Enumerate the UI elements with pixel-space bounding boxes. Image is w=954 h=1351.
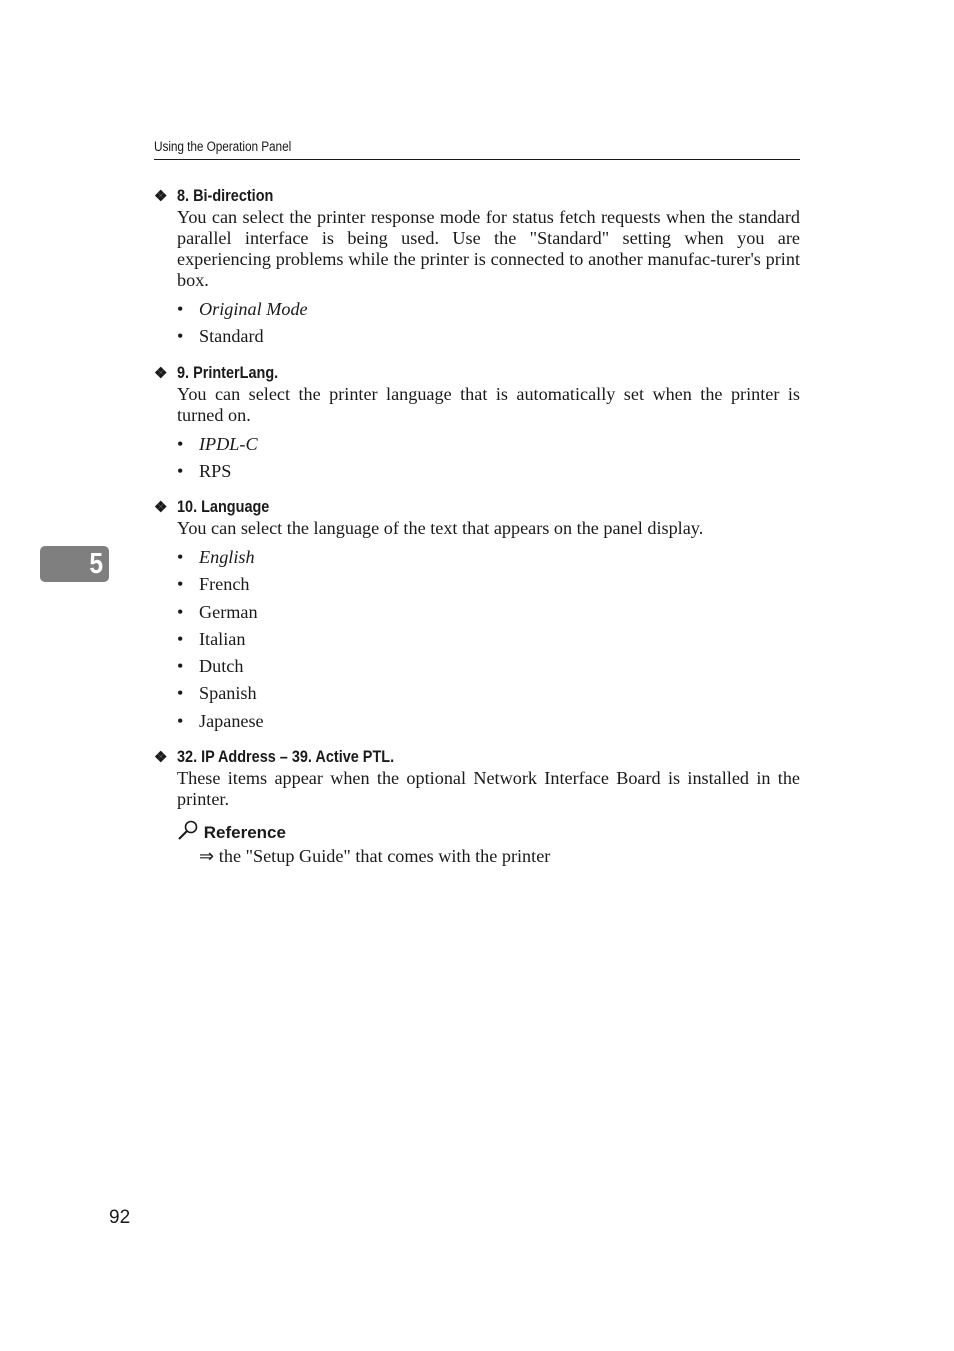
bullet-icon: • (177, 574, 184, 595)
option-list: • English • French • German • Italian • Dutch… (177, 544, 800, 735)
running-header: Using the Operation Panel (154, 139, 292, 154)
chapter-tab: 5 (40, 546, 109, 582)
bullet-icon: • (177, 710, 184, 731)
diamond-bullet-icon: ❖ (154, 365, 168, 382)
header-rule (154, 159, 800, 160)
bullet-icon: • (177, 434, 184, 454)
section-title: 10. Language (177, 497, 270, 516)
bullet-icon: • (177, 628, 184, 649)
option-item-default: • Original Mode (177, 296, 800, 323)
section-language: ❖ 10. Language You can select the languag… (154, 496, 800, 735)
option-item: • Italian (177, 626, 800, 653)
section-heading: ❖ 10. Language (154, 496, 800, 518)
bullet-icon: • (177, 299, 184, 319)
reference-title: Reference (203, 823, 286, 842)
bullet-icon: • (177, 461, 184, 482)
reference-heading: Reference (177, 820, 800, 844)
diamond-bullet-icon: ❖ (154, 188, 168, 205)
page-number: 92 (109, 1207, 131, 1228)
section-printerlang: ❖ 9. PrinterLang. You can select the prin… (154, 362, 800, 486)
section-description: These items appear when the optional Net… (177, 768, 800, 809)
arrow-icon: ⇒ (199, 846, 215, 866)
section-heading: ❖ 32. IP Address – 39. Active PTL. (154, 746, 800, 768)
magnifier-icon (177, 820, 204, 842)
chapter-number: 5 (89, 548, 103, 580)
option-item: • French (177, 571, 800, 598)
section-description: You can select the language of the text … (177, 518, 704, 538)
option-item: • Standard (177, 323, 800, 350)
section-title: 32. IP Address – 39. Active PTL. (177, 747, 395, 766)
section-description: You can select the printer response mode… (177, 207, 800, 290)
section-bi-direction: ❖ 8. Bi-direction You can select the prin… (154, 185, 800, 351)
section-title: 9. PrinterLang. (177, 363, 279, 382)
reference-block: Reference ⇒ the "Setup Guide" that comes… (177, 820, 800, 868)
bullet-icon: • (177, 656, 184, 677)
option-list: • IPDL-C • RPS (177, 431, 800, 486)
bullet-icon: • (177, 547, 184, 567)
diamond-bullet-icon: ❖ (154, 499, 168, 516)
option-item: • Spanish (177, 680, 800, 707)
option-item: • German (177, 599, 800, 626)
bullet-icon: • (177, 683, 184, 704)
diamond-bullet-icon: ❖ (154, 749, 168, 766)
option-item-default: • English (177, 544, 800, 571)
option-item-default: • IPDL-C (177, 431, 800, 458)
section-ip-address-active-ptl: ❖ 32. IP Address – 39. Active PTL. These … (154, 746, 800, 868)
section-heading: ❖ 8. Bi-direction (154, 185, 800, 207)
option-item: • RPS (177, 458, 800, 485)
option-item: • Dutch (177, 653, 800, 680)
reference-text: the "Setup Guide" that comes with the pr… (218, 846, 551, 866)
bullet-icon: • (177, 326, 184, 347)
bullet-icon: • (177, 601, 184, 622)
option-item: • Japanese (177, 708, 800, 735)
section-heading: ❖ 9. PrinterLang. (154, 362, 800, 384)
section-title: 8. Bi-direction (177, 186, 274, 205)
option-list: • Original Mode • Standard (177, 296, 800, 351)
reference-line: ⇒ the "Setup Guide" that comes with the … (199, 844, 800, 868)
section-description: You can select the printer language that… (177, 384, 800, 425)
